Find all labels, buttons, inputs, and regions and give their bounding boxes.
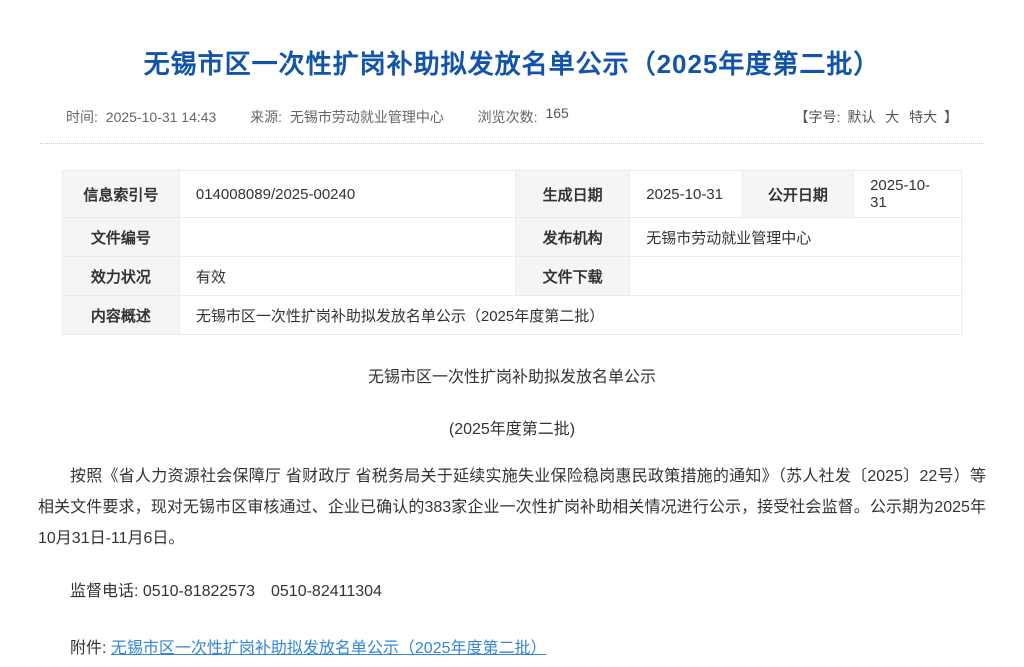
supervision-phone-line: 监督电话: 0510-81822573 0510-82411304 [38,576,986,607]
meta-views-count: 165 [545,105,568,121]
document-number-label: 文件编号 [63,218,180,257]
table-row: 文件编号 发布机构 无锡市劳动就业管理中心 [63,218,962,257]
font-size-xlarge-button[interactable]: 特大 [909,109,937,125]
meta-info: 时间: 2025-10-31 14:43 来源: 无锡市劳动就业管理中心 浏览次… [66,107,573,127]
meta-source-label: 来源: [250,109,282,125]
font-size-large-button[interactable]: 大 [885,109,899,125]
meta-views-label: 浏览次数: [478,109,538,125]
validity-status-label: 效力状况 [63,257,180,296]
validity-status-value: 有效 [179,257,515,296]
meta-row: 时间: 2025-10-31 14:43 来源: 无锡市劳动就业管理中心 浏览次… [66,107,958,127]
attachment-link[interactable]: 无锡市区一次性扩岗补助拟发放名单公示（2025年度第二批） [111,640,547,657]
meta-time-label: 时间: [66,109,98,125]
generate-date-label: 生成日期 [516,171,630,218]
publish-date-label: 公开日期 [742,171,853,218]
article-body: 无锡市区一次性扩岗补助拟发放名单公示 (2025年度第二批) 按照《省人力资源社… [38,363,986,664]
document-number-value [179,218,515,257]
meta-source-value: 无锡市劳动就业管理中心 [290,109,444,125]
document-title: 无锡市区一次性扩岗补助拟发放名单公示 [38,363,986,387]
index-number-label: 信息索引号 [63,171,180,218]
page-title: 无锡市区一次性扩岗补助拟发放名单公示（2025年度第二批） [0,44,1024,81]
document-subtitle: (2025年度第二批) [38,415,986,439]
table-row: 信息索引号 014008089/2025-00240 生成日期 2025-10-… [63,171,962,218]
file-download-label: 文件下载 [516,257,630,296]
index-number-value: 014008089/2025-00240 [179,171,515,218]
publisher-label: 发布机构 [516,218,630,257]
font-size-suffix: 】 [944,109,958,125]
table-row: 内容概述 无锡市区一次性扩岗补助拟发放名单公示（2025年度第二批） [63,296,962,335]
file-download-value [630,257,962,296]
font-size-default-button[interactable]: 默认 [847,109,875,125]
attachment-label: 附件: [70,640,111,657]
font-size-prefix: 【字号: [795,109,841,125]
info-table: 信息索引号 014008089/2025-00240 生成日期 2025-10-… [62,170,962,335]
announcement-page: 无锡市区一次性扩岗补助拟发放名单公示（2025年度第二批） 时间: 2025-1… [0,44,1024,667]
generate-date-value: 2025-10-31 [630,171,742,218]
content-summary-label: 内容概述 [63,296,180,335]
table-row: 效力状况 有效 文件下载 [63,257,962,296]
dotted-divider [40,143,984,144]
publish-date-value: 2025-10-31 [854,171,962,218]
publisher-value: 无锡市劳动就业管理中心 [630,218,962,257]
attachment-line: 附件: 无锡市区一次性扩岗补助拟发放名单公示（2025年度第二批） [38,633,986,664]
announcement-paragraph: 按照《省人力资源社会保障厅 省财政厅 省税务局关于延续实施失业保险稳岗惠民政策措… [38,461,986,554]
meta-time-value: 2025-10-31 14:43 [106,109,217,125]
font-size-widget: 【字号: 默认 大 特大 】 [795,107,958,127]
content-summary-value: 无锡市区一次性扩岗补助拟发放名单公示（2025年度第二批） [179,296,961,335]
